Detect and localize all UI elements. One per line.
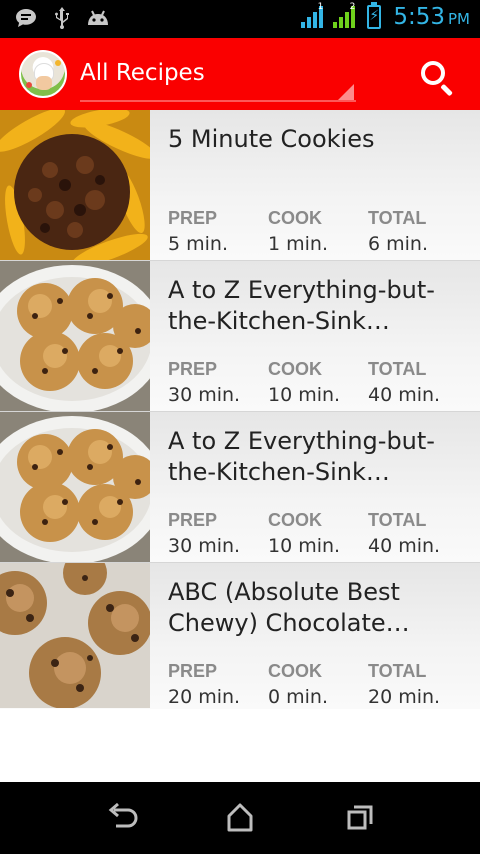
back-button[interactable]: [102, 800, 142, 836]
cook-time: COOK 10 min.: [268, 510, 368, 557]
recipe-thumbnail: [0, 110, 150, 260]
status-bar: 1 2 ⚡ 5:53 PM: [0, 0, 480, 38]
recents-icon: [347, 805, 373, 830]
clock: 5:53 PM: [393, 4, 470, 30]
total-value: 6 min.: [368, 233, 428, 255]
recipe-thumbnail: [0, 563, 150, 708]
recipe-filter-spinner[interactable]: All Recipes: [80, 54, 356, 102]
usb-icon: [50, 7, 74, 29]
cook-value: 0 min.: [268, 686, 328, 708]
action-bar: All Recipes: [0, 38, 480, 110]
dropdown-corner-icon: [338, 84, 354, 100]
cook-label: COOK: [268, 208, 322, 228]
recents-button[interactable]: [340, 800, 380, 836]
prep-value: 30 min.: [168, 535, 241, 557]
cook-time: COOK 10 min.: [268, 359, 368, 406]
prep-value: 5 min.: [168, 233, 228, 255]
clock-ampm: PM: [448, 10, 470, 28]
sim1-label: 1: [317, 2, 324, 12]
total-time: TOTAL 20 min.: [368, 661, 468, 708]
recipe-list: 5 Minute Cookies PREP 5 min. COOK 1 min. T…: [0, 110, 480, 782]
android-icon: [86, 7, 110, 29]
total-label: TOTAL: [368, 208, 427, 228]
prep-label: PREP: [168, 661, 218, 681]
prep-time: PREP 30 min.: [168, 359, 268, 406]
search-button[interactable]: [418, 58, 458, 98]
recipe-title: ABC (Absolute Best Chewy) Chocolate…: [168, 578, 410, 637]
total-label: TOTAL: [368, 359, 427, 379]
prep-value: 20 min.: [168, 686, 241, 708]
recipe-thumbnail: [0, 412, 150, 562]
recipe-title: 5 Minute Cookies: [168, 125, 375, 153]
total-time: TOTAL 6 min.: [368, 208, 468, 255]
total-value: 20 min.: [368, 686, 441, 708]
signal-sim1-icon: 1: [299, 2, 325, 30]
sim2-label: 2: [349, 2, 356, 12]
total-value: 40 min.: [368, 384, 441, 406]
recipe-thumbnail: [0, 261, 150, 411]
home-button[interactable]: [220, 800, 260, 836]
page-title: All Recipes: [80, 60, 205, 86]
recipe-row[interactable]: A to Z Everything-but-the-Kitchen-Sink… …: [0, 412, 480, 563]
cook-value: 10 min.: [268, 384, 341, 406]
cook-value: 1 min.: [268, 233, 328, 255]
recipe-row[interactable]: A to Z Everything-but-the-Kitchen-Sink… …: [0, 261, 480, 412]
chat-icon: [14, 7, 38, 29]
cook-time: COOK 1 min.: [268, 208, 368, 255]
total-time: TOTAL 40 min.: [368, 510, 468, 557]
battery-charging-icon: ⚡: [367, 2, 382, 29]
recipe-title: A to Z Everything-but-the-Kitchen-Sink…: [168, 276, 435, 335]
total-label: TOTAL: [368, 510, 427, 530]
cook-value: 10 min.: [268, 535, 341, 557]
search-icon: [421, 61, 445, 85]
cook-label: COOK: [268, 510, 322, 530]
total-value: 40 min.: [368, 535, 441, 557]
cook-label: COOK: [268, 359, 322, 379]
recipe-row[interactable]: 5 Minute Cookies PREP 5 min. COOK 1 min. T…: [0, 110, 480, 261]
total-time: TOTAL 40 min.: [368, 359, 468, 406]
prep-label: PREP: [168, 359, 218, 379]
back-icon: [108, 802, 138, 828]
recipe-title: A to Z Everything-but-the-Kitchen-Sink…: [168, 427, 435, 486]
app-logo-icon[interactable]: [19, 50, 67, 98]
clock-time: 5:53: [393, 4, 445, 30]
home-icon: [227, 803, 253, 832]
spinner-underline: [80, 100, 356, 102]
navigation-bar: [0, 782, 480, 854]
total-label: TOTAL: [368, 661, 427, 681]
prep-time: PREP 30 min.: [168, 510, 268, 557]
prep-value: 30 min.: [168, 384, 241, 406]
prep-time: PREP 20 min.: [168, 661, 268, 708]
cook-label: COOK: [268, 661, 322, 681]
cook-time: COOK 0 min.: [268, 661, 368, 708]
signal-sim2-icon: 2: [331, 2, 357, 30]
prep-time: PREP 5 min.: [168, 208, 268, 255]
prep-label: PREP: [168, 510, 218, 530]
recipe-row[interactable]: ABC (Absolute Best Chewy) Chocolate… PRE…: [0, 563, 480, 709]
prep-label: PREP: [168, 208, 218, 228]
